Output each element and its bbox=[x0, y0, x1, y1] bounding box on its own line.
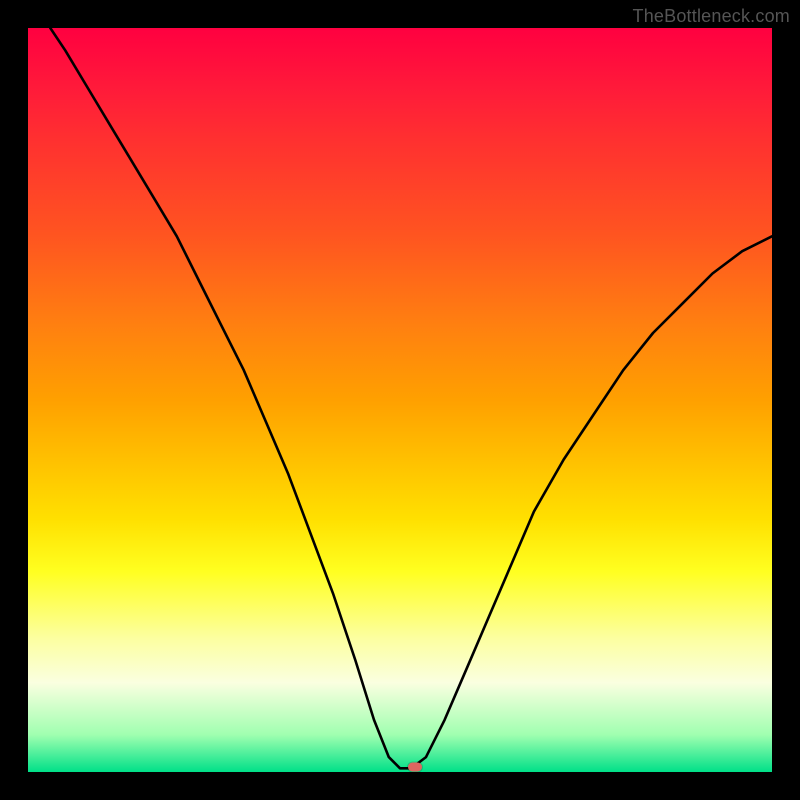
chart-plot-area bbox=[28, 28, 772, 772]
bottleneck-curve bbox=[28, 28, 772, 772]
site-badge: TheBottleneck.com bbox=[633, 6, 790, 27]
optimum-marker bbox=[408, 762, 422, 771]
